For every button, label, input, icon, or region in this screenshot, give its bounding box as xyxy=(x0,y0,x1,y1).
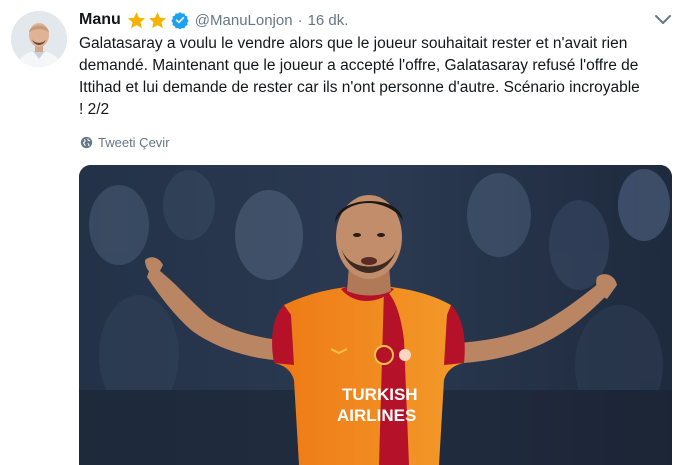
timestamp[interactable]: 16 dk. xyxy=(308,12,349,29)
tweet-text-line: ! 2/2 xyxy=(79,101,110,118)
tweet-text: Galatasaray a voulu le vendre alors que … xyxy=(79,33,679,121)
tweet-photo[interactable]: TURKISH AIRLINES xyxy=(79,165,672,465)
globe-icon xyxy=(80,136,93,149)
translate-tweet-link[interactable]: Tweeti Çevir xyxy=(80,135,170,150)
tweet: Manu @ManuLonjon · 16 dk. Galatasaray a … xyxy=(0,0,700,465)
display-name[interactable]: Manu xyxy=(79,11,121,29)
separator: · xyxy=(297,11,303,29)
tweet-text-line: Ittihad et lui demande de rester car ils… xyxy=(79,79,640,96)
tweet-text-line: demandé. Maintenant que le joueur a acce… xyxy=(79,57,639,74)
jersey-sponsor-line: AIRLINES xyxy=(337,406,416,425)
jersey-sponsor-line: TURKISH xyxy=(342,385,418,404)
verified-badge-icon xyxy=(171,12,189,29)
chevron-down-icon[interactable] xyxy=(653,12,673,28)
tweet-text-line: Galatasaray a voulu le vendre alors que … xyxy=(79,35,628,52)
star-icon xyxy=(148,11,166,28)
avatar[interactable] xyxy=(11,11,67,67)
translate-label: Tweeti Çevir xyxy=(98,135,170,150)
tweet-header: Manu @ManuLonjon · 16 dk. xyxy=(79,9,348,31)
emoji-stars xyxy=(127,11,167,30)
handle[interactable]: @ManuLonjon xyxy=(195,12,293,29)
star-icon xyxy=(127,11,145,28)
